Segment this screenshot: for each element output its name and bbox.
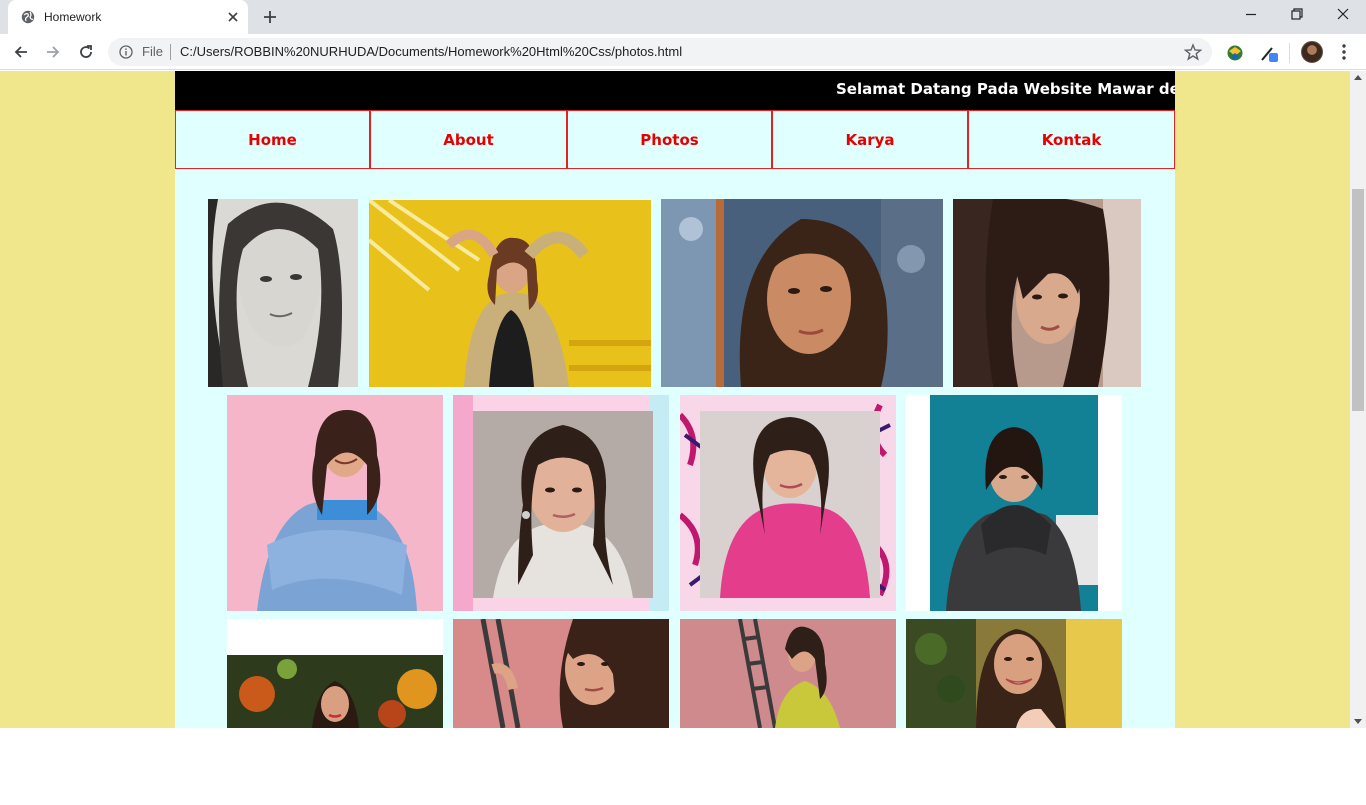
marquee-text: Selamat Datang Pada Website Mawar de Je [836, 80, 1175, 98]
gallery-photo[interactable] [680, 619, 896, 728]
back-icon[interactable] [12, 43, 30, 61]
nav-kontak[interactable]: Kontak [968, 110, 1175, 169]
close-icon[interactable] [226, 10, 240, 24]
toolbar-divider [1289, 43, 1290, 63]
gallery-photo[interactable] [208, 199, 358, 387]
screen-bottom-area [0, 728, 1366, 805]
browser-tab[interactable]: Homework [8, 0, 248, 34]
tab-title: Homework [44, 10, 102, 24]
scroll-up-icon[interactable] [1354, 75, 1362, 80]
plus-icon[interactable] [262, 9, 278, 25]
address-bar[interactable]: File C:/Users/ROBBIN%20NURHUDA/Documents… [108, 38, 1212, 66]
browser-toolbar: File C:/Users/ROBBIN%20NURHUDA/Documents… [0, 34, 1366, 70]
tab-bar: Homework [0, 0, 1366, 34]
avatar[interactable] [1301, 41, 1323, 63]
vertical-scrollbar[interactable] [1350, 71, 1366, 728]
gallery-photo[interactable] [906, 395, 1122, 611]
omnibox-divider [170, 44, 171, 60]
scheme-label: File [142, 44, 163, 59]
scroll-down-icon[interactable] [1354, 719, 1362, 724]
nav-karya[interactable]: Karya [772, 110, 968, 169]
welcome-marquee: Selamat Datang Pada Website Mawar de Je [175, 71, 1175, 110]
main-nav: Home About Photos Karya Kontak [175, 110, 1175, 169]
gallery-photo[interactable] [227, 395, 443, 611]
info-icon[interactable] [119, 45, 133, 59]
gallery-photo[interactable] [227, 619, 443, 728]
page-container: Selamat Datang Pada Website Mawar de Je … [175, 71, 1175, 728]
nav-about[interactable]: About [370, 110, 567, 169]
forward-icon[interactable] [44, 43, 62, 61]
url-text[interactable]: C:/Users/ROBBIN%20NURHUDA/Documents/Home… [180, 44, 682, 59]
gallery-photo[interactable] [953, 199, 1141, 387]
menu-icon[interactable] [1336, 43, 1352, 61]
extension-icon[interactable] [1259, 43, 1279, 63]
gallery-photo[interactable] [453, 395, 669, 611]
minimize-icon[interactable] [1243, 6, 1259, 22]
gallery-photo[interactable] [453, 619, 669, 728]
star-icon[interactable] [1184, 43, 1202, 61]
extension-icon[interactable] [1225, 43, 1245, 63]
globe-icon [21, 10, 35, 24]
nav-home[interactable]: Home [175, 110, 370, 169]
nav-photos[interactable]: Photos [567, 110, 772, 169]
gallery-photo[interactable] [906, 619, 1122, 728]
page-viewport: Selamat Datang Pada Website Mawar de Je … [0, 71, 1350, 728]
reload-icon[interactable] [77, 43, 95, 61]
gallery-photo[interactable] [661, 199, 943, 387]
gallery-photo[interactable] [369, 200, 651, 387]
gallery-photo[interactable] [680, 395, 896, 611]
window-close-icon[interactable] [1335, 6, 1351, 22]
restore-icon[interactable] [1289, 6, 1305, 22]
scroll-thumb[interactable] [1352, 189, 1364, 411]
